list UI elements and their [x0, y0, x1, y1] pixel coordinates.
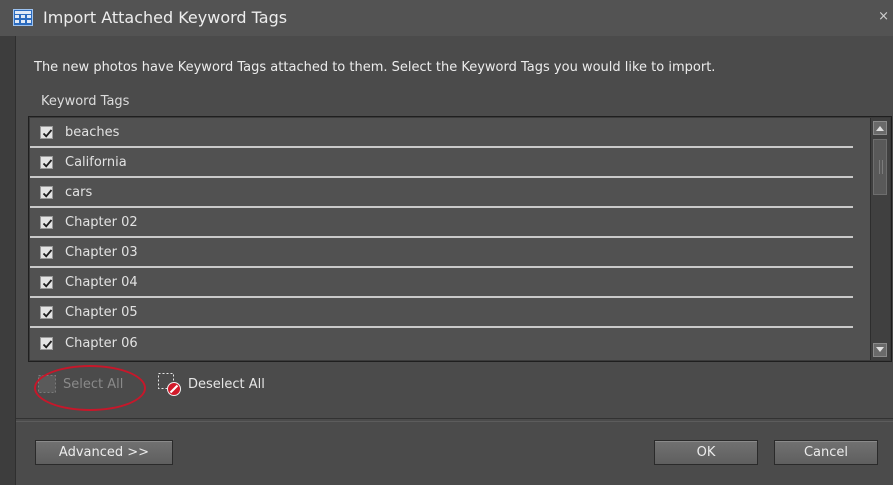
checkmark-icon: [42, 339, 53, 349]
checkbox[interactable]: [40, 215, 53, 229]
list-item-label: Chapter 03: [65, 244, 138, 260]
checkmark-icon: [42, 128, 53, 138]
checkmark-icon: [42, 218, 53, 228]
advanced-button[interactable]: Advanced >>: [35, 440, 173, 465]
list-item-label: California: [65, 154, 127, 170]
keyword-tags-label: Keyword Tags: [41, 94, 130, 109]
select-all-icon: [36, 373, 58, 395]
checkmark-icon: [42, 308, 53, 318]
list-item-label: Chapter 06: [65, 335, 138, 351]
list-item-label: beaches: [65, 124, 120, 140]
checkmark-icon: [42, 278, 53, 288]
list-item[interactable]: Chapter 06: [30, 328, 853, 358]
ok-button[interactable]: OK: [654, 440, 758, 465]
select-all-label: Select All: [63, 376, 124, 392]
list-item[interactable]: cars: [30, 178, 853, 208]
dialog-body: The new photos have Keyword Tags attache…: [15, 36, 893, 485]
checkmark-icon: [42, 188, 53, 198]
list-item[interactable]: California: [30, 148, 853, 178]
arrow-up-icon: [876, 126, 884, 131]
checkmark-icon: [42, 158, 53, 168]
scroll-thumb[interactable]: [873, 139, 887, 195]
vertical-scrollbar[interactable]: [870, 118, 890, 360]
list-item-label: Chapter 02: [65, 214, 138, 230]
window-title: Import Attached Keyword Tags: [43, 8, 288, 27]
checkbox[interactable]: [40, 336, 53, 350]
deselect-all-button[interactable]: Deselect All: [156, 372, 265, 396]
checkmark-icon: [42, 248, 53, 258]
grid-dialog-icon: [13, 9, 33, 26]
divider: [16, 418, 893, 422]
deselect-all-label: Deselect All: [188, 376, 265, 392]
deselect-all-icon: [156, 371, 182, 397]
select-all-button[interactable]: Select All: [36, 372, 123, 396]
list-item[interactable]: Chapter 04: [30, 268, 853, 298]
instructions-text: The new photos have Keyword Tags attache…: [34, 60, 716, 75]
checkbox[interactable]: [40, 185, 53, 199]
list-item[interactable]: Chapter 02: [30, 208, 853, 238]
list-item[interactable]: beaches: [30, 118, 853, 148]
scroll-down-button[interactable]: [873, 343, 887, 357]
keyword-tags-list[interactable]: beaches California cars Chapter 02 Chapter 0…: [28, 116, 892, 362]
arrow-down-icon: [876, 347, 884, 352]
keyword-tags-items: beaches California cars Chapter 02 Chapter 0…: [30, 118, 853, 360]
list-item[interactable]: Chapter 05: [30, 298, 853, 328]
list-item-label: Chapter 04: [65, 274, 138, 290]
checkbox[interactable]: [40, 125, 53, 139]
checkbox[interactable]: [40, 305, 53, 319]
checkbox[interactable]: [40, 275, 53, 289]
grip-icon: [879, 160, 883, 174]
scroll-up-button[interactable]: [873, 121, 887, 135]
list-item-label: cars: [65, 184, 93, 200]
close-icon[interactable]: ×: [878, 10, 889, 24]
cancel-button[interactable]: Cancel: [774, 440, 878, 465]
title-bar: Import Attached Keyword Tags ×: [0, 0, 893, 36]
checkbox[interactable]: [40, 155, 53, 169]
checkbox[interactable]: [40, 245, 53, 259]
list-item-label: Chapter 05: [65, 304, 138, 320]
list-item[interactable]: Chapter 03: [30, 238, 853, 268]
